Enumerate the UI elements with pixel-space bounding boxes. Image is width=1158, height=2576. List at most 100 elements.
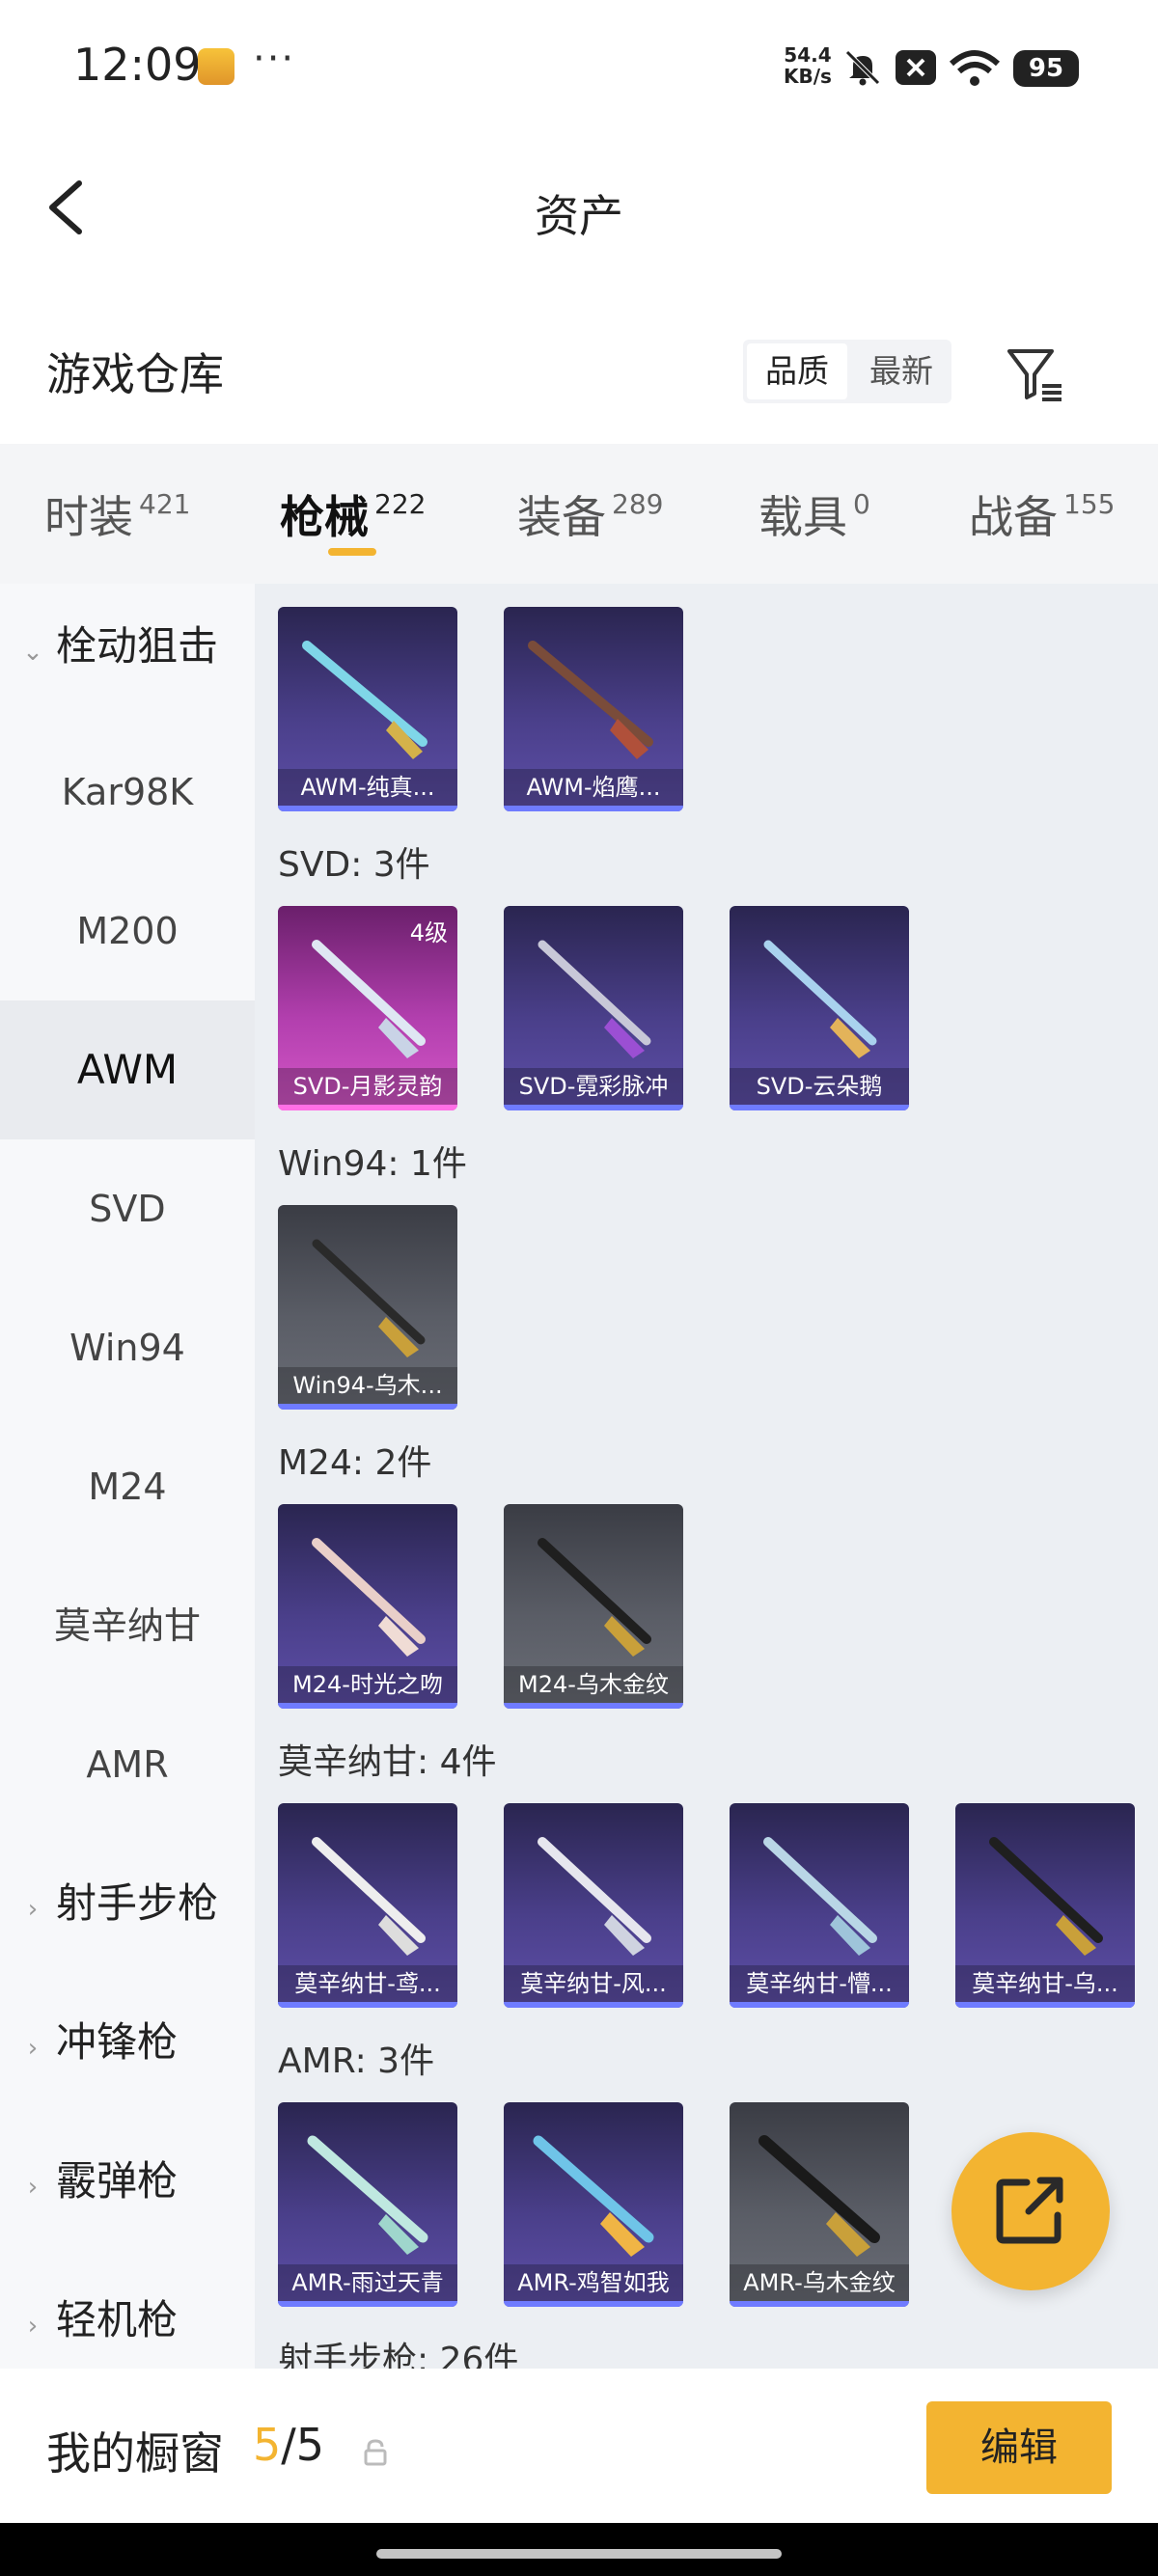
sidebar-item-win94[interactable]: Win94 [0, 1278, 255, 1417]
weapon-name: SVD-霓彩脉冲 [504, 1068, 683, 1105]
app-notification-icon [198, 48, 234, 85]
sidebar-item-awm[interactable]: AWM [0, 1000, 255, 1139]
rifle-icon [312, 1239, 426, 1357]
group-label-svd: SVD: 3件 [278, 845, 430, 885]
sort-quality-button[interactable]: 品质 [747, 343, 847, 399]
tab-label: 时装 [44, 491, 133, 543]
weapon-name: 莫辛纳甘-鸢... [278, 1965, 457, 2002]
group-label-dmr: 射手步枪: 26件 [278, 2341, 519, 2369]
status-time: 12:09 [73, 39, 202, 91]
weapon-name: SVD-月影灵韵 [278, 1068, 457, 1105]
rifle-icon [763, 940, 877, 1058]
rarity-bar [504, 806, 683, 811]
sidebar-item-label: 射手步枪 [56, 1879, 219, 1927]
weapon-card[interactable]: M24-时光之吻 [278, 1504, 457, 1709]
weapon-card[interactable]: AWM-焰鹰... [504, 607, 683, 811]
weapon-card[interactable]: Win94-乌木... [278, 1205, 457, 1410]
rifle-icon [989, 1837, 1103, 1956]
weapon-card[interactable]: AMR-雨过天青 [278, 2102, 457, 2307]
network-speed: 54.4 KB/s [784, 44, 832, 87]
sidebar-item-m200[interactable]: M200 [0, 862, 255, 1000]
rifle-icon [528, 641, 653, 759]
app-header: 资产 [0, 135, 1158, 280]
tab-fashion[interactable]: 时装 421 [44, 482, 190, 546]
tab-label: 装备 [517, 491, 606, 543]
tab-battle-supplies[interactable]: 战备 155 [969, 482, 1115, 546]
chevron-down-icon: ⌄ [22, 638, 43, 667]
sidebar-item-m24[interactable]: M24 [0, 1417, 255, 1556]
sidebar-group-bolt-action[interactable]: ⌄ 栓动狙击 [0, 584, 255, 709]
showcase-bar: 我的橱窗 5/5 编辑 [0, 2369, 1158, 2523]
weapon-card[interactable]: 莫辛纳甘-鸢... [278, 1803, 457, 2008]
chevron-right-icon: › [27, 2312, 39, 2341]
sort-newest-button[interactable]: 最新 [851, 340, 951, 403]
edit-button[interactable]: 编辑 [926, 2401, 1112, 2494]
section-header: 游戏仓库 品质 最新 [0, 318, 1158, 425]
lock-icon [364, 2439, 387, 2466]
weapon-card[interactable]: SVD-霓彩脉冲 [504, 906, 683, 1110]
tab-weapons[interactable]: 枪械 222 [280, 482, 426, 546]
tab-count: 222 [374, 488, 427, 520]
weapon-card[interactable]: AMR-乌木金纹 [730, 2102, 909, 2307]
weapon-card[interactable]: 4级 SVD-月影灵韵 [278, 906, 457, 1110]
rarity-bar [730, 2002, 909, 2008]
tab-label: 战备 [969, 491, 1058, 543]
weapon-card[interactable]: AWM-纯真... [278, 607, 457, 811]
rarity-bar [278, 2002, 457, 2008]
weapon-card[interactable]: SVD-云朵鹅 [730, 906, 909, 1110]
rifle-icon [538, 1837, 651, 1956]
rarity-bar [278, 1105, 457, 1110]
sidebar-item-amr[interactable]: AMR [0, 1695, 255, 1834]
sidebar-group-lmg[interactable]: › 轻机枪 [0, 2251, 255, 2369]
sidebar-item-label: 栓动狙击 [56, 622, 219, 670]
network-speed-value: 54.4 [784, 43, 832, 67]
mute-bell-icon [845, 50, 880, 86]
page-title: 资产 [535, 190, 623, 242]
rarity-bar [955, 2002, 1135, 2008]
sidebar-item-svd[interactable]: SVD [0, 1139, 255, 1278]
weapon-type-sidebar: ⌄ 栓动狙击 Kar98K M200 AWM SVD Win94 M24 莫辛纳甘… [0, 584, 255, 2369]
weapon-card[interactable]: 莫辛纳甘-懵... [730, 1803, 909, 2008]
weapon-name: AWM-纯真... [278, 769, 457, 806]
weapon-card[interactable]: 莫辛纳甘-风... [504, 1803, 683, 2008]
weapon-name: Win94-乌木... [278, 1367, 457, 1404]
rifle-icon [312, 1837, 426, 1956]
weapon-card[interactable]: 莫辛纳甘-乌... [955, 1803, 1135, 2008]
tab-equipment[interactable]: 装备 289 [517, 482, 663, 546]
sidebar-group-smg[interactable]: › 冲锋枪 [0, 1973, 255, 2112]
weapon-card[interactable]: M24-乌木金纹 [504, 1504, 683, 1709]
rarity-bar [730, 1105, 909, 1110]
tab-label: 载具 [758, 491, 847, 543]
home-indicator[interactable] [376, 2549, 782, 2559]
rarity-bar [278, 2301, 457, 2307]
sidebar-item-mosin[interactable]: 莫辛纳甘 [0, 1556, 255, 1695]
rifle-icon [763, 1837, 877, 1956]
chevron-right-icon: › [27, 1895, 39, 1924]
weapon-name: AMR-鸡智如我 [504, 2264, 683, 2301]
weapon-grid: AWM-纯真... AWM-焰鹰... SVD: 3件 4级 SVD-月影灵韵 … [255, 584, 1158, 2369]
weapon-card[interactable]: AMR-鸡智如我 [504, 2102, 683, 2307]
group-label-win94: Win94: 1件 [278, 1144, 467, 1184]
rifle-icon [533, 2135, 654, 2257]
rarity-bar [278, 1703, 457, 1709]
wifi-icon [949, 50, 1001, 86]
sidebar-group-shotgun[interactable]: › 霰弹枪 [0, 2112, 255, 2251]
group-label-m24: M24: 2件 [278, 1443, 432, 1483]
sidebar-item-label: 冲锋枪 [56, 2018, 179, 2066]
sidebar-item-kar98k[interactable]: Kar98K [0, 723, 255, 862]
rifle-icon [312, 940, 426, 1058]
tab-vehicles[interactable]: 载具 0 [758, 482, 870, 546]
sidebar-item-label: 轻机枪 [56, 2296, 179, 2343]
showcase-count-total: /5 [281, 2419, 325, 2471]
weapon-name: SVD-云朵鹅 [730, 1068, 909, 1105]
rarity-bar [278, 806, 457, 811]
sort-toggle: 品质 最新 [743, 340, 951, 403]
rifle-icon [312, 1538, 426, 1657]
sidebar-group-dmr[interactable]: › 射手步枪 [0, 1834, 255, 1973]
rifle-icon [538, 940, 651, 1058]
showcase-label: 我的橱窗 [46, 2427, 224, 2480]
share-button[interactable] [951, 2132, 1110, 2290]
rarity-bar [504, 2301, 683, 2307]
rifle-icon [538, 1538, 651, 1657]
filter-icon[interactable] [1004, 343, 1065, 405]
